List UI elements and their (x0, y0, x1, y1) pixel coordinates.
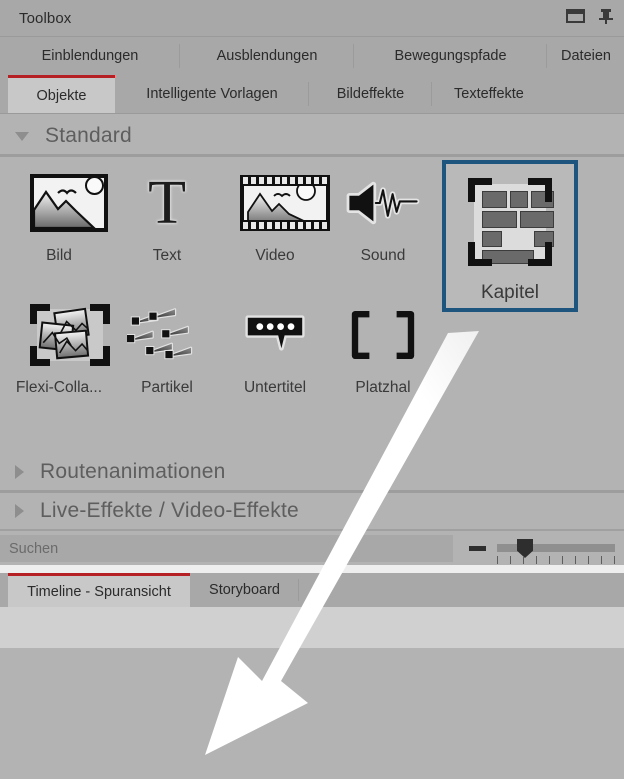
tile-sound[interactable]: Sound (329, 164, 437, 282)
video-icon-art (244, 186, 326, 220)
toolbox-titlebar: Toolbox (0, 0, 624, 37)
sound-icon-art (346, 181, 420, 225)
tile-label: Platzhal (355, 379, 411, 396)
tile-label: Sound (360, 247, 406, 264)
video-icon (235, 168, 330, 238)
tab-bildeffekte[interactable]: Bildeffekte (309, 75, 432, 113)
tab-storyboard[interactable]: Storyboard (190, 573, 299, 607)
tile-label: Bild (46, 247, 72, 264)
tile-text[interactable]: T Text (113, 164, 221, 282)
particle-icon (127, 300, 207, 370)
tab-label: Ausblendungen (216, 48, 318, 64)
section-divider (0, 154, 624, 157)
tile-bild[interactable]: Bild (5, 164, 113, 282)
tab-texteffekte[interactable]: Texteffekte (432, 75, 572, 113)
text-icon: T (148, 169, 186, 237)
image-icon (19, 168, 108, 238)
tab-label: Objekte (36, 87, 87, 104)
particle-icon-art (127, 308, 193, 360)
tab-einblendungen[interactable]: Einblendungen (0, 37, 180, 75)
section-header-live-effekte[interactable]: Live-Effekte / Video-Effekte (0, 493, 624, 529)
pin-icon[interactable] (598, 8, 614, 24)
tab-bewegungspfade[interactable]: Bewegungspfade (354, 37, 547, 75)
panel-separator (0, 565, 624, 573)
tab-label: Intelligente Vorlagen (146, 86, 278, 102)
section-header-standard[interactable]: Standard (0, 118, 624, 154)
tile-flexi-collage[interactable]: Flexi-Colla... (5, 296, 113, 414)
toolbox-content: Standard Bild T Text Video Sound Kapitel… (0, 114, 624, 533)
tile-label: Text (152, 247, 182, 264)
tab-label: Dateien (561, 48, 611, 64)
collage-icon (19, 300, 110, 370)
tab-ausblendungen[interactable]: Ausblendungen (180, 37, 354, 75)
search-input[interactable] (0, 535, 453, 562)
chevron-down-icon (15, 131, 29, 141)
minus-icon[interactable] (469, 546, 486, 551)
section-header-routenanimationen[interactable]: Routenanimationen (0, 454, 624, 490)
tile-label: Partikel (141, 379, 193, 396)
sound-icon (343, 168, 423, 238)
tile-label: Video (255, 247, 295, 264)
subtitle-icon-art (245, 315, 305, 351)
search-bar (0, 533, 624, 565)
tab-label: Timeline - Spuransicht (27, 583, 171, 600)
tile-untertitel[interactable]: Untertitel (221, 296, 329, 414)
section-title: Standard (45, 124, 132, 147)
tile-label: Kapitel (480, 282, 540, 303)
sun-shape (85, 176, 104, 195)
placeholder-icon-art (351, 311, 415, 359)
tab-intelligente-vorlagen[interactable]: Intelligente Vorlagen (115, 75, 309, 113)
tile-platzhalter[interactable]: Platzhal (329, 296, 437, 414)
titlebar-buttons (566, 8, 614, 24)
timeline-ruler (0, 607, 624, 648)
bottom-tab-row: Timeline - Spuransicht Storyboard (0, 573, 624, 607)
section-title: Routenanimationen (40, 460, 226, 483)
tab-dateien[interactable]: Dateien (547, 37, 624, 75)
tab-label: Storyboard (209, 582, 280, 598)
tab-timeline-spuransicht[interactable]: Timeline - Spuransicht (8, 573, 190, 607)
window-icon[interactable] (566, 9, 585, 23)
section-divider (0, 529, 624, 531)
tile-partikel[interactable]: Partikel (113, 296, 221, 414)
tab-label: Texteffekte (454, 86, 524, 102)
subtitle-icon (235, 300, 315, 370)
tab-divider (298, 579, 299, 601)
tile-label: Untertitel (243, 379, 307, 396)
tab-label: Bildeffekte (336, 86, 405, 102)
timeline-tracks (0, 648, 624, 779)
tile-kapitel[interactable]: Kapitel (442, 160, 578, 312)
tab-label: Bewegungspfade (394, 48, 507, 64)
placeholder-icon (343, 300, 423, 370)
zoom-slider-ticks (497, 556, 615, 564)
tile-video[interactable]: Video (221, 164, 330, 282)
tab-label: Einblendungen (41, 48, 139, 64)
panel-title: Toolbox (19, 10, 72, 27)
chapter-icon (462, 176, 558, 270)
zoom-slider[interactable] (497, 539, 615, 558)
chevron-right-icon (15, 465, 24, 479)
tab-row-secondary: Objekte Intelligente Vorlagen Bildeffekt… (0, 75, 624, 114)
tab-objekte[interactable]: Objekte (8, 75, 115, 113)
tile-label: Flexi-Colla... (15, 379, 103, 396)
section-title: Live-Effekte / Video-Effekte (40, 499, 299, 522)
chevron-right-icon (15, 504, 24, 518)
tab-row-primary: Einblendungen Ausblendungen Bewegungspfa… (0, 37, 624, 75)
